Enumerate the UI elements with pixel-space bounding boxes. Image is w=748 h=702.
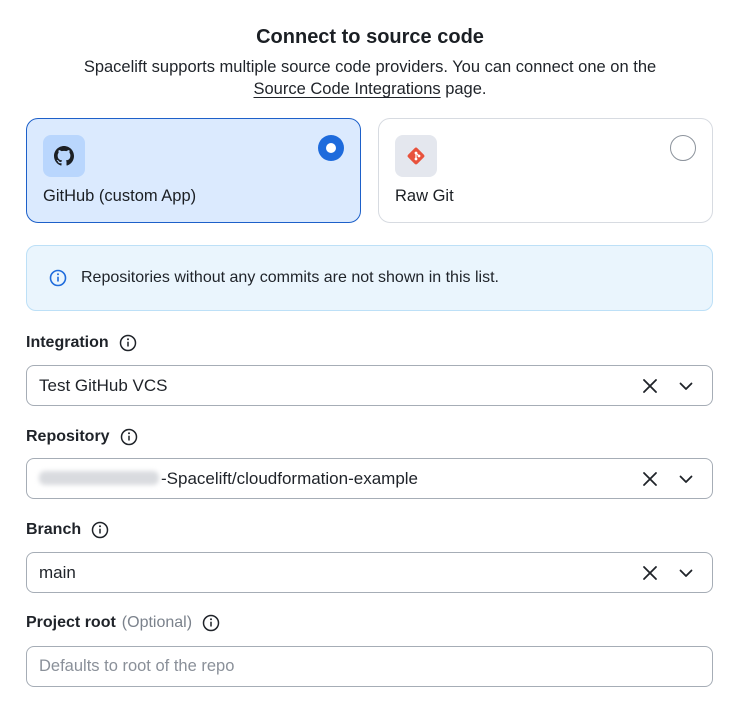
info-circle-icon[interactable] [120,428,138,446]
clear-icon[interactable] [640,469,660,489]
info-banner-text: Repositories without any commits are not… [81,269,499,286]
page-subtitle: Spacelift supports multiple source code … [0,56,740,100]
repository-select[interactable]: -Spacelift/cloudformation-example [26,458,713,499]
clear-icon[interactable] [640,376,660,396]
radio-unselected[interactable] [670,135,696,161]
project-root-label: Project root (Optional) [26,614,220,632]
radio-selected[interactable] [318,135,344,161]
info-circle-icon [49,269,67,292]
integration-value: Test GitHub VCS [39,376,168,395]
subtitle-suffix: page. [440,80,487,98]
info-circle-icon[interactable] [91,521,109,539]
chevron-down-icon[interactable] [676,469,696,489]
branch-select[interactable]: main [26,552,713,593]
source-code-integrations-link[interactable]: Source Code Integrations [254,80,441,98]
provider-card-raw-git[interactable]: Raw Git [378,118,713,223]
info-circle-icon[interactable] [202,614,220,632]
git-icon [395,135,437,177]
optional-hint: (Optional) [121,614,193,631]
page-title: Connect to source code [256,26,484,48]
branch-value: main [39,563,76,582]
chevron-down-icon[interactable] [676,563,696,583]
info-banner: Repositories without any commits are not… [26,245,713,311]
clear-icon[interactable] [640,563,660,583]
project-root-input[interactable] [26,646,713,687]
info-circle-icon[interactable] [119,334,137,352]
branch-label: Branch [26,521,109,539]
integration-label: Integration [26,334,137,352]
repository-label: Repository [26,428,138,446]
repository-value: -Spacelift/cloudformation-example [39,469,418,489]
provider-label: Raw Git [395,187,454,205]
provider-label: GitHub (custom App) [43,187,197,205]
integration-select[interactable]: Test GitHub VCS [26,365,713,406]
chevron-down-icon[interactable] [676,376,696,396]
redacted-owner [39,471,159,486]
subtitle-text: Spacelift supports multiple source code … [83,58,657,76]
github-icon [43,135,85,177]
provider-card-github[interactable]: GitHub (custom App) [26,118,361,223]
